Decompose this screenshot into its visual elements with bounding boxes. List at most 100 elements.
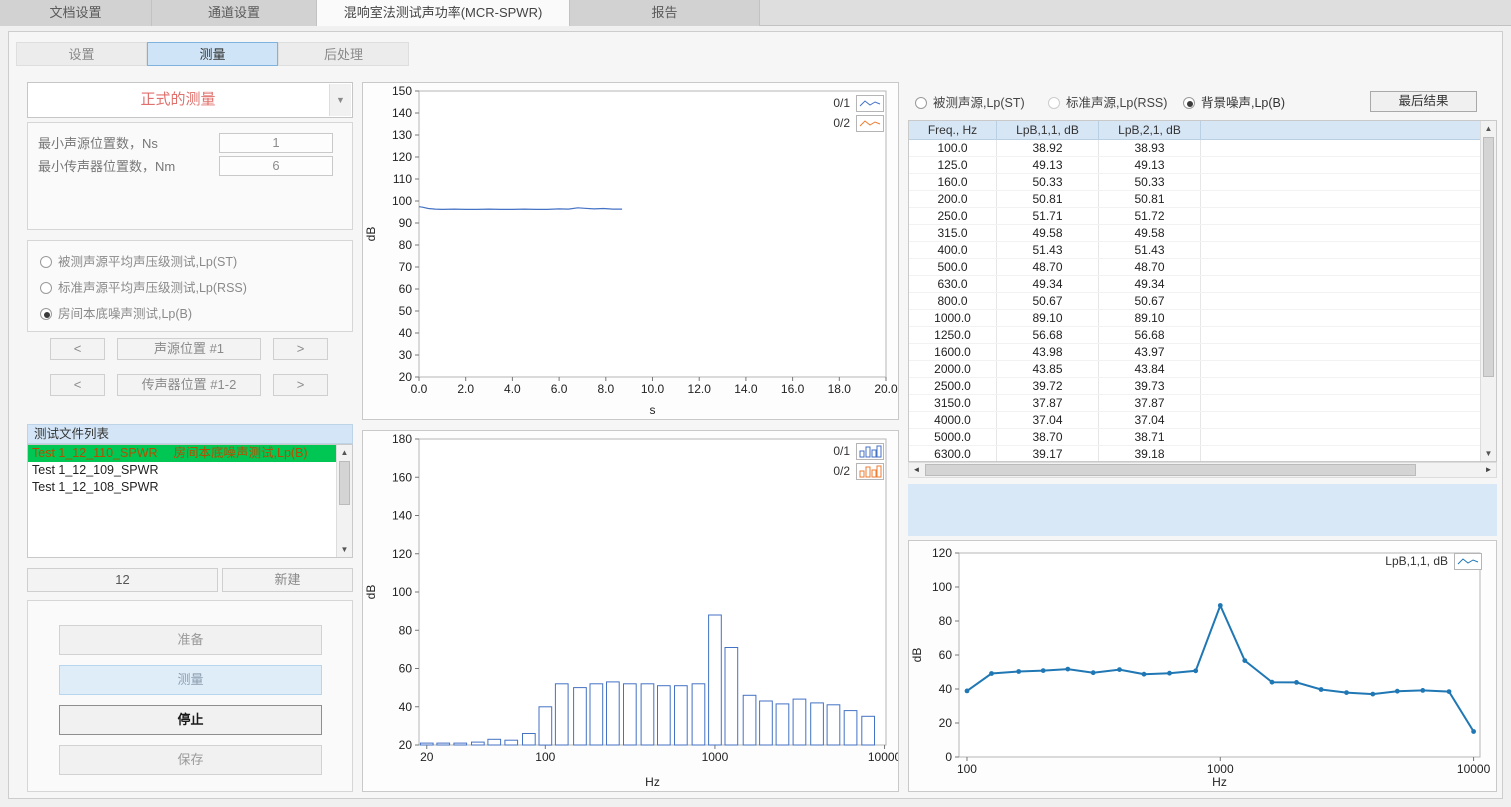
scroll-thumb[interactable] (1483, 137, 1494, 377)
table-cell: 4000.0 (909, 412, 997, 428)
table-row[interactable]: 630.049.3449.34 (909, 276, 1480, 293)
scroll-down-icon[interactable]: ▼ (1481, 446, 1496, 461)
min-mic-positions-input[interactable]: 6 (219, 156, 333, 176)
radio-lp-b-test[interactable]: 房间本底噪声测试,Lp(B) (40, 305, 192, 323)
measurement-mode-dropdown[interactable]: 正式的测量 ▼ (27, 82, 353, 118)
table-cell: 50.81 (997, 191, 1099, 207)
position-count-group: 最小声源位置数，Ns 1 最小传声器位置数，Nm 6 (27, 122, 353, 230)
list-item[interactable]: Test 1_12_110_SPWR房间本底噪声测试,Lp(B) (28, 445, 336, 462)
table-row[interactable]: 1000.089.1089.10 (909, 310, 1480, 327)
legend-bar-icon (856, 443, 884, 460)
svg-text:40: 40 (399, 700, 413, 714)
file-list[interactable]: Test 1_12_110_SPWR房间本底噪声测试,Lp(B)Test 1_1… (27, 444, 353, 558)
tab-postprocess[interactable]: 后处理 (278, 42, 409, 66)
save-button[interactable]: 保存 (59, 745, 322, 775)
radio-source-lp-st[interactable]: 被测声源,Lp(ST) (915, 94, 1025, 112)
table-cell: 48.70 (1099, 259, 1201, 275)
measure-button[interactable]: 测量 (59, 665, 322, 695)
sub-tab-bar: 设置 测量 后处理 (16, 42, 409, 66)
col-header-lpb21[interactable]: LpB,2,1, dB (1099, 121, 1201, 139)
table-row[interactable]: 5000.038.7038.71 (909, 429, 1480, 446)
table-cell: 400.0 (909, 242, 997, 258)
table-cell: 39.72 (997, 378, 1099, 394)
svg-text:Hz: Hz (1212, 775, 1227, 789)
table-cell: 38.92 (997, 140, 1099, 156)
table-row[interactable]: 250.051.7151.72 (909, 208, 1480, 225)
svg-text:20: 20 (939, 716, 953, 730)
table-row[interactable]: 800.050.6750.67 (909, 293, 1480, 310)
legend-line-icon (1454, 553, 1482, 570)
tab-document-settings[interactable]: 文档设置 (0, 0, 152, 26)
tab-channel-settings[interactable]: 通道设置 (152, 0, 317, 26)
svg-text:90: 90 (399, 216, 413, 230)
table-row[interactable]: 1600.043.9843.97 (909, 344, 1480, 361)
col-header-freq[interactable]: Freq., Hz (909, 121, 997, 139)
table-row[interactable]: 2500.039.7239.73 (909, 378, 1480, 395)
legend-item: 0/1 (833, 93, 884, 113)
table-row[interactable]: 6300.039.1739.18 (909, 446, 1480, 461)
table-hscrollbar[interactable]: ◄ ► (908, 462, 1497, 478)
table-cell: 38.93 (1099, 140, 1201, 156)
scroll-down-icon[interactable]: ▼ (337, 542, 352, 557)
scroll-up-icon[interactable]: ▲ (337, 445, 352, 460)
col-header-lpb11[interactable]: LpB,1,1, dB (997, 121, 1099, 139)
radio-source-lp-rss[interactable]: 标准声源,Lp(RSS) (1048, 94, 1167, 112)
tab-measure[interactable]: 测量 (147, 42, 278, 66)
table-cell: 5000.0 (909, 429, 997, 445)
file-number-field[interactable]: 12 (27, 568, 218, 592)
min-source-positions-input[interactable]: 1 (219, 133, 333, 153)
result-table: Freq., Hz LpB,1,1, dB LpB,2,1, dB 100.03… (908, 120, 1497, 462)
table-row[interactable]: 4000.037.0437.04 (909, 412, 1480, 429)
table-row[interactable]: 100.038.9238.93 (909, 140, 1480, 157)
radio-lp-rss-test[interactable]: 标准声源平均声压级测试,Lp(RSS) (40, 279, 247, 297)
table-cell: 50.67 (1099, 293, 1201, 309)
scroll-left-icon[interactable]: ◄ (909, 463, 924, 477)
table-row[interactable]: 160.050.3350.33 (909, 174, 1480, 191)
list-item[interactable]: Test 1_12_109_SPWR (28, 462, 336, 479)
svg-text:120: 120 (392, 547, 412, 561)
mic-position-next-button[interactable]: > (273, 374, 328, 396)
tab-mcr-spwr[interactable]: 混响室法测试声功率(MCR-SPWR) (317, 0, 570, 26)
table-cell: 1250.0 (909, 327, 997, 343)
scroll-right-icon[interactable]: ► (1481, 463, 1496, 477)
table-row[interactable]: 200.050.8150.81 (909, 191, 1480, 208)
final-result-button[interactable]: 最后结果 (1370, 91, 1477, 112)
scroll-up-icon[interactable]: ▲ (1481, 121, 1496, 136)
new-file-button[interactable]: 新建 (222, 568, 353, 592)
table-vscrollbar[interactable]: ▲ ▼ (1480, 121, 1496, 461)
table-cell: 500.0 (909, 259, 997, 275)
table-row[interactable]: 3150.037.8737.87 (909, 395, 1480, 412)
table-row[interactable]: 315.049.5849.58 (909, 225, 1480, 242)
stop-button[interactable]: 停止 (59, 705, 322, 735)
svg-text:140: 140 (392, 106, 412, 120)
table-row[interactable]: 2000.043.8543.84 (909, 361, 1480, 378)
scroll-thumb[interactable] (339, 461, 350, 505)
list-item[interactable]: Test 1_12_108_SPWR (28, 479, 336, 496)
mic-position-prev-button[interactable]: < (50, 374, 105, 396)
radio-background-lp-b[interactable]: 背景噪声,Lp(B) (1183, 94, 1285, 112)
source-position-next-button[interactable]: > (273, 338, 328, 360)
tab-setup[interactable]: 设置 (16, 42, 147, 66)
source-position-button[interactable]: 声源位置 #1 (117, 338, 261, 360)
table-row[interactable]: 500.048.7048.70 (909, 259, 1480, 276)
prepare-button[interactable]: 准备 (59, 625, 322, 655)
source-position-prev-button[interactable]: < (50, 338, 105, 360)
table-cell: 49.58 (997, 225, 1099, 241)
radio-lp-st-test[interactable]: 被测声源平均声压级测试,Lp(ST) (40, 253, 237, 271)
svg-text:16.0: 16.0 (781, 382, 805, 396)
svg-text:100: 100 (957, 762, 977, 776)
table-row[interactable]: 125.049.1349.13 (909, 157, 1480, 174)
radio-icon (1183, 97, 1195, 109)
svg-text:0: 0 (945, 750, 952, 764)
table-row[interactable]: 1250.056.6856.68 (909, 327, 1480, 344)
tab-report[interactable]: 报告 (570, 0, 760, 26)
table-cell: 51.71 (997, 208, 1099, 224)
table-cell: 37.04 (1099, 412, 1201, 428)
table-row[interactable]: 400.051.4351.43 (909, 242, 1480, 259)
svg-text:2.0: 2.0 (457, 382, 474, 396)
file-list-scrollbar[interactable]: ▲ ▼ (336, 445, 352, 557)
table-header: Freq., Hz LpB,1,1, dB LpB,2,1, dB (909, 121, 1480, 140)
chevron-down-icon[interactable]: ▼ (329, 84, 351, 116)
scroll-thumb[interactable] (925, 464, 1416, 476)
mic-position-button[interactable]: 传声器位置 #1-2 (117, 374, 261, 396)
